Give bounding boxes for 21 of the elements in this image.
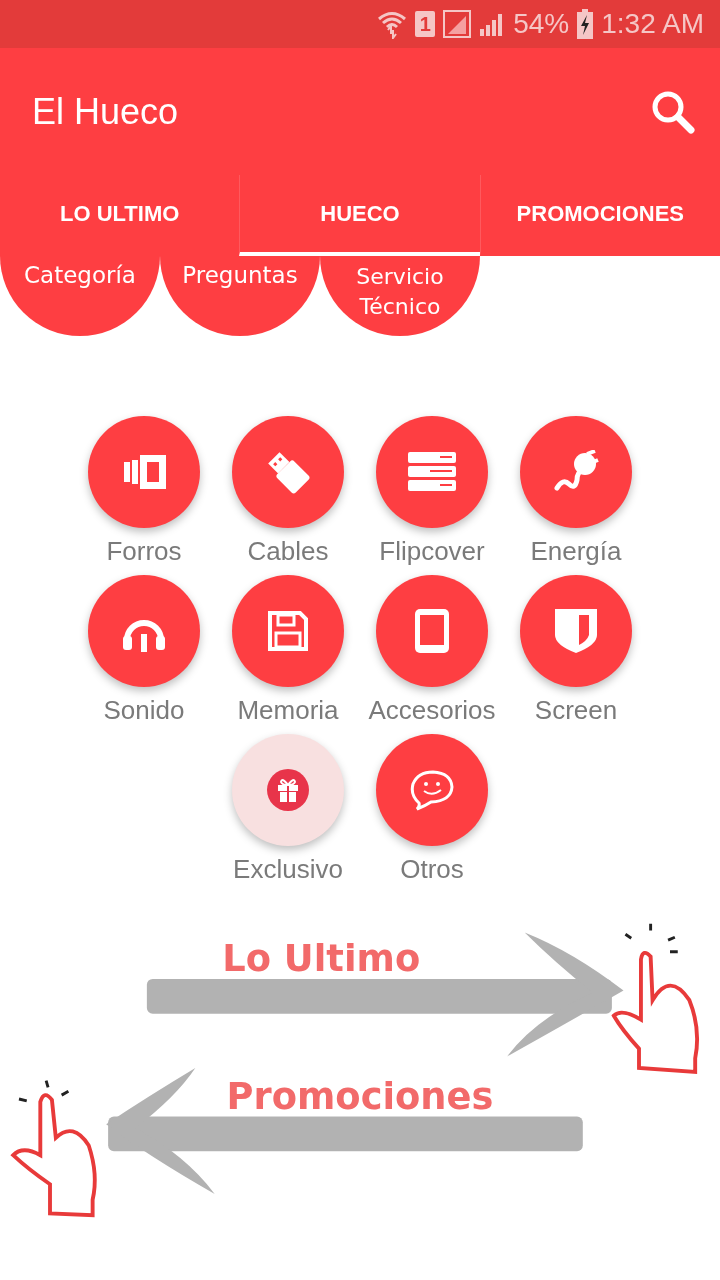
app-title: El Hueco: [32, 90, 179, 133]
sim-indicator: 1: [415, 11, 436, 37]
swipe-label: Promociones: [226, 1074, 494, 1118]
tab[interactable]: PROMOCIONES: [479, 175, 720, 256]
category-label: Cables: [247, 536, 329, 567]
category-label: Forros: [106, 536, 182, 567]
tab[interactable]: LO ULTIMO: [0, 175, 240, 256]
category-label: Energía: [530, 536, 622, 567]
category-label: Exclusivo: [233, 854, 343, 885]
category-label: Flipcover: [379, 536, 485, 567]
category-label: Memoria: [237, 695, 339, 726]
category-label: Otros: [400, 854, 464, 885]
battery-percent: 54%: [513, 8, 570, 40]
section-tab[interactable]: Preguntas: [160, 256, 320, 336]
category-label: Accesorios: [368, 695, 496, 726]
category-label: Sonido: [103, 695, 185, 726]
section-tab[interactable]: Categoría: [0, 256, 160, 336]
clock: 1:32 AM: [601, 8, 704, 40]
swipe-label: Lo Ultimo: [222, 937, 421, 981]
category-label: Screen: [534, 695, 618, 726]
section-tab[interactable]: Servicio Técnico: [320, 256, 480, 336]
